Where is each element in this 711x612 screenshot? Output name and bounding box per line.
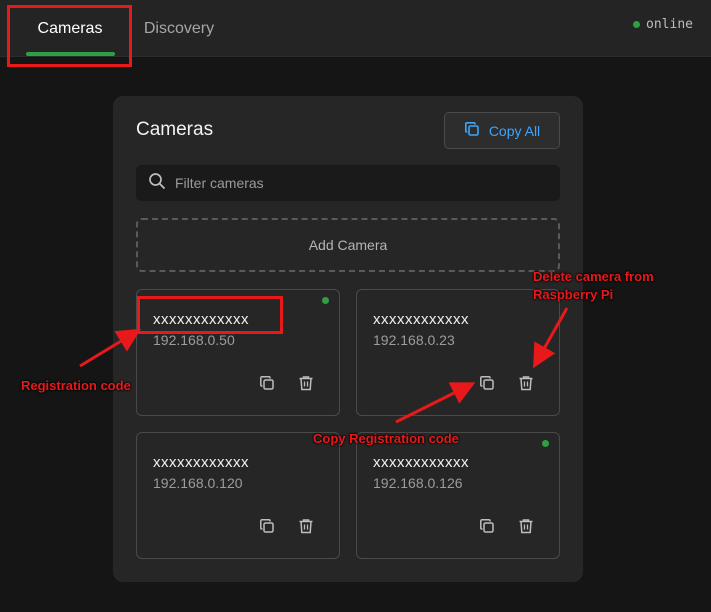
tab-cameras-label: Cameras xyxy=(37,19,103,37)
registration-code: xxxxxxxxxxxx xyxy=(373,454,469,471)
trash-icon xyxy=(519,519,533,534)
tab-cameras[interactable]: Cameras xyxy=(20,0,120,57)
camera-ip: 192.168.0.50 xyxy=(153,332,235,348)
tab-discovery-label: Discovery xyxy=(143,19,215,37)
filter-cameras-input[interactable] xyxy=(175,175,545,191)
camera-card: xxxxxxxxxxxx 192.168.0.120 xyxy=(136,432,340,559)
add-camera-label: Add Camera xyxy=(308,237,388,253)
camera-card: xxxxxxxxxxxx 192.168.0.50 xyxy=(136,289,340,416)
copy-code-button[interactable] xyxy=(476,372,498,394)
online-dot xyxy=(322,297,329,304)
camera-card: xxxxxxxxxxxx 192.168.0.126 xyxy=(356,432,560,559)
camera-ip: 192.168.0.120 xyxy=(153,475,243,491)
online-dot xyxy=(542,440,549,447)
delete-camera-button[interactable] xyxy=(295,515,317,537)
registration-code: xxxxxxxxxxxx xyxy=(153,454,249,471)
cameras-panel: Cameras Copy All Add Camera xxxxxxxxxxxx… xyxy=(113,96,583,582)
copy-code-button[interactable] xyxy=(256,515,278,537)
copy-code-button[interactable] xyxy=(256,372,278,394)
active-tab-indicator xyxy=(26,52,115,56)
copy-code-button[interactable] xyxy=(476,515,498,537)
copy-all-button[interactable]: Copy All xyxy=(444,112,560,149)
add-camera-button[interactable]: Add Camera xyxy=(136,218,560,272)
annotation-delete-line1: Delete camera from xyxy=(533,269,654,284)
status-dot xyxy=(633,21,641,28)
status-label: online xyxy=(646,17,693,32)
registration-code: xxxxxxxxxxxx xyxy=(153,311,249,328)
camera-ip: 192.168.0.23 xyxy=(373,332,455,348)
search-bar xyxy=(136,165,560,201)
copy-icon xyxy=(260,519,274,533)
trash-icon xyxy=(299,376,313,391)
delete-camera-button[interactable] xyxy=(295,372,317,394)
top-bar: Cameras Discovery online xyxy=(0,0,711,57)
copy-all-label: Copy All xyxy=(488,122,541,139)
delete-camera-button[interactable] xyxy=(515,372,537,394)
annotation-delete-line2: Raspberry Pi xyxy=(533,287,614,302)
connection-status: online xyxy=(633,17,693,32)
panel-title: Cameras xyxy=(136,119,214,140)
copy-icon xyxy=(260,376,274,390)
camera-card: xxxxxxxxxxxx 192.168.0.23 xyxy=(356,289,560,416)
copy-icon xyxy=(464,121,480,140)
delete-camera-button[interactable] xyxy=(515,515,537,537)
annotation-registration-code: Registration code xyxy=(21,378,131,393)
copy-icon xyxy=(480,376,494,390)
annotation-copy-code: Copy Registration code xyxy=(313,431,459,446)
camera-ip: 192.168.0.126 xyxy=(373,475,463,491)
registration-code: xxxxxxxxxxxx xyxy=(373,311,469,328)
trash-icon xyxy=(299,519,313,534)
copy-icon xyxy=(480,519,494,533)
trash-icon xyxy=(519,376,533,391)
tab-discovery[interactable]: Discovery xyxy=(130,0,228,57)
search-icon xyxy=(148,172,166,195)
